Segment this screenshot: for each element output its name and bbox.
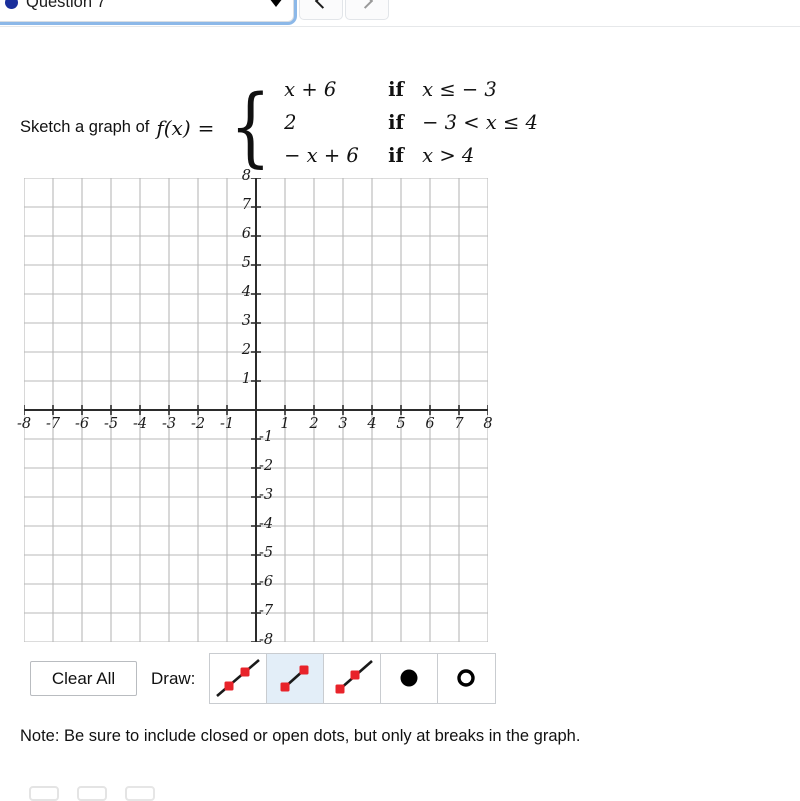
note-text: Note: Be sure to include closed or open …: [20, 727, 581, 745]
piecewise-cases: x + 6 if x ≤ − 3 2 if − 3 < x ≤ 4 − x + …: [284, 78, 538, 177]
footer-input-box: [77, 785, 107, 801]
x-axis-tick-label: -4: [132, 416, 148, 432]
header-divider: [0, 26, 800, 27]
y-axis-tick-label: -4: [259, 516, 274, 532]
x-axis-tick-label: -1: [219, 416, 235, 432]
segment-tool[interactable]: [267, 654, 325, 703]
footer-partial-row: [0, 785, 800, 801]
case-expression: x + 6: [284, 78, 337, 101]
x-axis-tick-label: 1: [280, 416, 290, 432]
open-dot-tool[interactable]: [438, 654, 496, 703]
x-axis-tick-label: 3: [338, 416, 348, 432]
drawing-toolbar: Clear All Draw:: [30, 653, 497, 704]
y-axis-tick-label: 8: [241, 168, 251, 184]
previous-question-button[interactable]: [299, 0, 343, 20]
filled-circle-icon: [400, 669, 418, 687]
case-if-keyword: if: [388, 111, 404, 134]
question-status-dot: [5, 0, 18, 9]
line-segment-icon: [280, 665, 309, 692]
next-question-button[interactable]: [345, 0, 389, 20]
footer-input-box: [29, 785, 59, 801]
coordinate-plane[interactable]: -8 -7 -6 -5 -4 -3 -2 -1 1 2 3 4 5 6 7 8 8 7 6 5 4 3 2 1 -1 -2 -3 -4…: [17, 168, 493, 648]
ray-icon: [335, 660, 374, 694]
equals-sign: =: [197, 115, 215, 140]
y-axis-tick-label: -3: [259, 487, 274, 503]
x-axis-tick-label: 7: [454, 416, 464, 432]
problem-statement: Sketch a graph of f(x) = { x + 6 if x ≤ …: [20, 78, 538, 177]
y-axis-tick-label: -7: [259, 603, 274, 619]
question-header: Question 7: [0, 0, 800, 28]
piecewise-case-row: x + 6 if x ≤ − 3: [284, 78, 538, 111]
x-axis-tick-label: -7: [45, 416, 61, 432]
case-condition: x ≤ − 3: [422, 78, 497, 101]
clear-all-button[interactable]: Clear All: [30, 661, 137, 696]
chevron-right-icon: [357, 0, 374, 9]
y-axis-tick-label: 1: [241, 371, 251, 387]
x-axis-tick-label: 6: [425, 416, 435, 432]
chevron-left-icon: [314, 0, 331, 9]
x-axis-tick-label: 2: [309, 416, 319, 432]
line-through-two-points-icon: [216, 659, 261, 697]
footer-input-box: [125, 785, 155, 801]
problem-lead-text: Sketch a graph of: [20, 118, 150, 136]
x-axis-tick-label: 8: [483, 416, 493, 432]
y-axis-tick-label: 6: [241, 226, 251, 242]
function-notation: f(x): [156, 115, 191, 140]
question-dropdown-label: Question 7: [26, 0, 106, 11]
x-axis-tick-label: 4: [367, 416, 377, 432]
x-axis-tick-label: 5: [396, 416, 406, 432]
x-axis-tick-label: -6: [74, 416, 90, 432]
y-axis-tick-label: 7: [241, 197, 251, 213]
case-condition: − 3 < x ≤ 4: [422, 111, 538, 134]
y-axis-tick-label: 3: [241, 313, 251, 329]
y-axis-tick-label: -2: [259, 458, 274, 474]
closed-dot-tool[interactable]: [381, 654, 439, 703]
tool-button-group: [209, 653, 497, 704]
case-condition: x > 4: [422, 144, 475, 167]
y-axis-tick-label: 5: [241, 255, 251, 271]
y-axis-tick-label: -8: [259, 632, 274, 648]
y-axis-tick-label: -1: [259, 429, 274, 445]
ray-tool[interactable]: [324, 654, 382, 703]
x-axis-tick-label: -2: [190, 416, 206, 432]
y-axis-tick-label: -5: [259, 545, 274, 561]
piecewise-brace-icon: {: [230, 76, 272, 177]
grid-svg: [24, 178, 488, 642]
y-axis-tick-label: 2: [241, 342, 251, 358]
case-expression: 2: [284, 111, 297, 134]
y-axis-tick-label: 4: [241, 284, 251, 300]
x-axis-tick-label: -8: [16, 416, 32, 432]
line-tool[interactable]: [210, 654, 268, 703]
piecewise-case-row: − x + 6 if x > 4: [284, 144, 538, 177]
draw-label: Draw:: [151, 668, 196, 688]
hollow-circle-icon: [457, 669, 476, 687]
x-axis-tick-label: -3: [161, 416, 177, 432]
x-axis-tick-label: -5: [103, 416, 119, 432]
chevron-down-icon: [269, 0, 283, 7]
piecewise-case-row: 2 if − 3 < x ≤ 4: [284, 111, 538, 144]
question-dropdown[interactable]: Question 7: [0, 0, 294, 22]
case-if-keyword: if: [388, 78, 404, 101]
y-axis-tick-label: -6: [259, 574, 274, 590]
case-if-keyword: if: [388, 144, 404, 167]
case-expression: − x + 6: [284, 144, 359, 167]
